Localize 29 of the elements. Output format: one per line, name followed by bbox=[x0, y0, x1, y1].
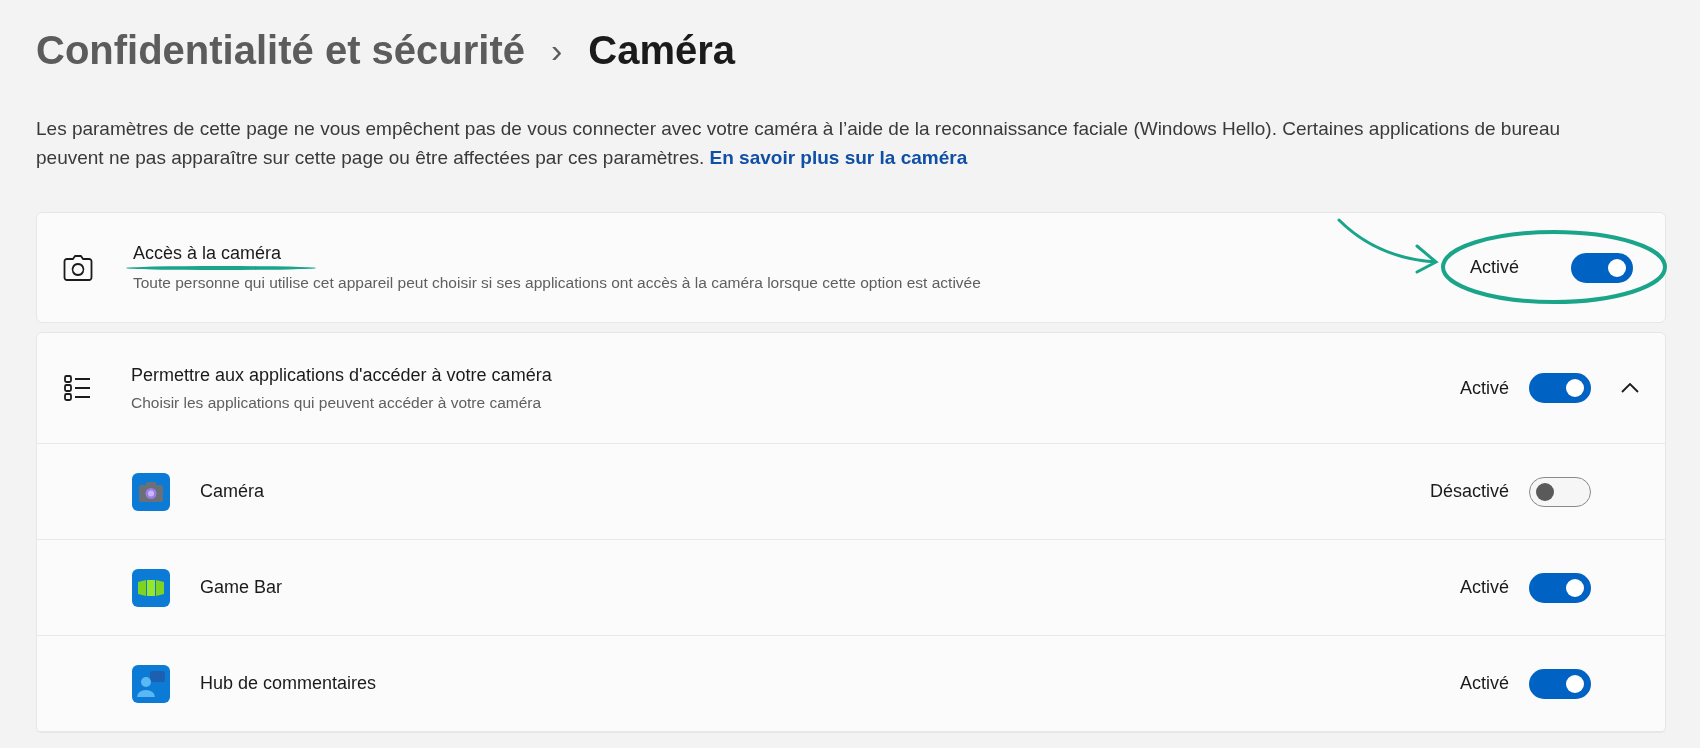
camera-icon bbox=[63, 253, 93, 282]
learn-more-link[interactable]: En savoir plus sur la caméra bbox=[709, 147, 968, 168]
breadcrumb-separator: › bbox=[551, 30, 563, 70]
breadcrumb-parent[interactable]: Confidentialité et sécurité bbox=[36, 27, 525, 73]
app-name: Caméra bbox=[200, 481, 266, 502]
page-title: Caméra bbox=[588, 27, 736, 73]
app-name: Hub de commentaires bbox=[200, 673, 378, 694]
setting-description: Toute personne qui utilise cet appareil peut choisir si ses applications ont accès à la caméra lorsque cette option est activée bbox=[133, 274, 981, 292]
toggle-status: Activé bbox=[1459, 377, 1509, 399]
app-name: Game Bar bbox=[200, 577, 284, 598]
setting-title: Permettre aux applications d'accéder à votre caméra bbox=[131, 364, 552, 386]
toggle-switch[interactable] bbox=[1529, 572, 1591, 603]
toggle-switch[interactable] bbox=[1571, 252, 1633, 283]
toggle-status: Activé bbox=[1469, 257, 1519, 278]
toggle-status: Activé bbox=[1459, 673, 1509, 694]
list-icon bbox=[63, 374, 91, 402]
toggle-status: Activé bbox=[1459, 577, 1509, 598]
feedback-hub-icon bbox=[132, 664, 170, 703]
toggle-switch[interactable] bbox=[1529, 476, 1591, 507]
chevron-up-icon[interactable] bbox=[1621, 383, 1639, 393]
setting-header[interactable]: Permettre aux applications d'accéder à votre caméra Choisir les applications qui peuvent accéder à votre caméra Activé bbox=[37, 333, 1665, 444]
toggle-status: Désactivé bbox=[1429, 481, 1509, 502]
toggle-switch[interactable] bbox=[1529, 373, 1591, 403]
setting-description: Choisir les applications qui peuvent accéder à votre caméra bbox=[131, 393, 542, 412]
camera-app-icon bbox=[132, 472, 170, 511]
description-text: Les paramètres de cette page ne vous empêchent pas de vous connecter avec votre caméra à l’aide de la reconnaissance faciale (Windows Hello). Certaines applications de bureau peuvent ne pas apparaître sur cette page ou être affectées par ces paramètres. En savoir plus sur la caméra bbox=[36, 117, 1562, 170]
game-bar-icon bbox=[132, 568, 170, 607]
setting-title: Accès à la caméra bbox=[133, 243, 282, 264]
toggle-switch[interactable] bbox=[1529, 668, 1591, 699]
